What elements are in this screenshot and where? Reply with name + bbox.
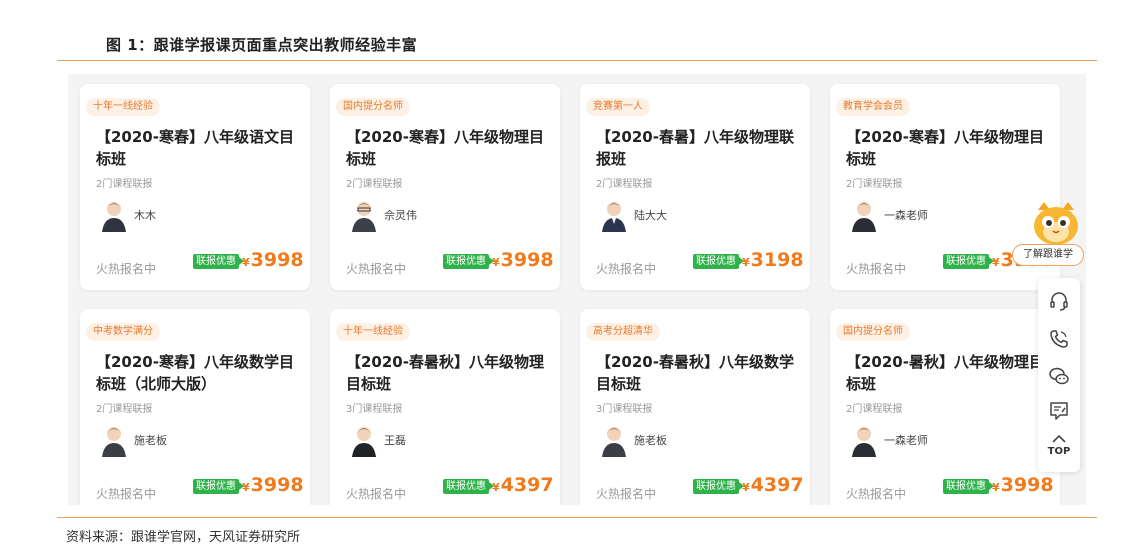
bundle-discount-badge: 联报优惠 (443, 479, 494, 494)
enroll-status: 火热报名中 (596, 487, 657, 501)
price-value: 4397 (750, 474, 804, 496)
price-value: 3998 (1000, 474, 1054, 496)
wechat-icon[interactable] (1048, 365, 1070, 387)
course-tag: 十年一线经验 (336, 323, 410, 341)
course-price: ¥4397 (742, 474, 804, 496)
course-price: ¥4397 (492, 474, 554, 496)
currency-symbol: ¥ (742, 256, 750, 269)
teacher-avatar (352, 202, 376, 232)
course-title[interactable]: 【2020-春暑秋】八年级物理目标班 (346, 351, 552, 395)
figure-source: 资料来源：跟谁学官网，天风证券研究所 (66, 530, 301, 545)
price-value: 3998 (250, 249, 304, 271)
teacher-name: 陆大大 (634, 209, 667, 222)
enroll-status: 火热报名中 (346, 487, 407, 501)
course-tag: 竞赛第一人 (586, 98, 650, 116)
figure-title: 图 1：跟谁学报课页面重点突出教师经验丰富 (106, 36, 418, 54)
enroll-status: 火热报名中 (96, 487, 157, 501)
course-title[interactable]: 【2020-春暑秋】八年级数学目标班 (596, 351, 802, 395)
currency-symbol: ¥ (992, 256, 1000, 269)
feedback-icon[interactable] (1048, 400, 1070, 422)
course-title[interactable]: 【2020-暑秋】八年级物理目标班 (846, 351, 1052, 395)
teacher-name: 一森老师 (884, 434, 928, 447)
course-card[interactable]: 中考数学满分 【2020-寒春】八年级数学目标班（北师大版） 2门课程联报 施老… (80, 309, 310, 505)
teacher-name: 王磊 (384, 434, 406, 447)
course-subtitle: 2门课程联报 (96, 179, 153, 190)
teacher-name: 一森老师 (884, 209, 928, 222)
course-card[interactable]: 国内提分名师 【2020-寒春】八年级物理目标班 2门课程联报 佘灵伟 火热报名… (330, 84, 560, 290)
currency-symbol: ¥ (492, 256, 500, 269)
screenshot-panel: 十年一线经验 【2020-寒春】八年级语文目标班 2门课程联报 木木 火热报名中… (68, 74, 1086, 505)
course-subtitle: 3门课程联报 (346, 404, 403, 415)
currency-symbol: ¥ (242, 256, 250, 269)
back-to-top-label[interactable]: TOP (1038, 446, 1080, 457)
teacher-name: 施老板 (134, 434, 167, 447)
course-title[interactable]: 【2020-寒春】八年级物理目标班 (846, 126, 1052, 170)
teacher-avatar (602, 427, 626, 457)
top-rule (57, 60, 1097, 61)
enroll-status: 火热报名中 (96, 262, 157, 276)
price-value: 3998 (250, 474, 304, 496)
teacher-avatar (102, 427, 126, 457)
course-price: ¥3998 (992, 474, 1054, 496)
course-card[interactable]: 十年一线经验 【2020-寒春】八年级语文目标班 2门课程联报 木木 火热报名中… (80, 84, 310, 290)
course-card[interactable]: 竞赛第一人 【2020-春暑】八年级物理联报班 2门课程联报 陆大大 火热报名中… (580, 84, 810, 290)
teacher-avatar (852, 202, 876, 232)
course-title[interactable]: 【2020-寒春】八年级数学目标班（北师大版） (96, 351, 302, 395)
teacher-name: 施老板 (634, 434, 667, 447)
bundle-discount-badge: 联报优惠 (443, 254, 494, 269)
mascot-icon[interactable] (1030, 200, 1082, 248)
course-subtitle: 2门课程联报 (846, 179, 903, 190)
course-tag: 教育学会会员 (836, 98, 910, 116)
course-tag: 十年一线经验 (86, 98, 160, 116)
course-subtitle: 2门课程联报 (596, 179, 653, 190)
bundle-discount-badge: 联报优惠 (943, 479, 994, 494)
course-tag: 国内提分名师 (336, 98, 410, 116)
teacher-avatar (352, 427, 376, 457)
floating-sidebar: TOP (1038, 278, 1080, 472)
chevron-up-icon[interactable] (1048, 432, 1070, 446)
course-tag: 中考数学满分 (86, 323, 160, 341)
price-value: 3198 (750, 249, 804, 271)
course-subtitle: 3门课程联报 (596, 404, 653, 415)
bundle-discount-badge: 联报优惠 (693, 479, 744, 494)
enroll-status: 火热报名中 (346, 262, 407, 276)
course-subtitle: 2门课程联报 (96, 404, 153, 415)
course-subtitle: 2门课程联报 (846, 404, 903, 415)
course-title[interactable]: 【2020-春暑】八年级物理联报班 (596, 126, 802, 170)
price-value: 3998 (500, 249, 554, 271)
teacher-avatar (602, 202, 626, 232)
course-title[interactable]: 【2020-寒春】八年级语文目标班 (96, 126, 302, 170)
course-title[interactable]: 【2020-寒春】八年级物理目标班 (346, 126, 552, 170)
headset-icon[interactable] (1048, 290, 1070, 312)
bundle-discount-badge: 联报优惠 (193, 254, 244, 269)
teacher-avatar (102, 202, 126, 232)
enroll-status: 火热报名中 (846, 487, 907, 501)
currency-symbol: ¥ (242, 481, 250, 494)
course-price: ¥3998 (242, 249, 304, 271)
course-tag: 国内提分名师 (836, 323, 910, 341)
teacher-name: 木木 (134, 209, 156, 222)
course-subtitle: 2门课程联报 (346, 179, 403, 190)
enroll-status: 火热报名中 (596, 262, 657, 276)
currency-symbol: ¥ (492, 481, 500, 494)
currency-symbol: ¥ (742, 481, 750, 494)
teacher-avatar (852, 427, 876, 457)
bundle-discount-badge: 联报优惠 (193, 479, 244, 494)
phone-icon[interactable] (1048, 328, 1070, 350)
course-price: ¥3198 (742, 249, 804, 271)
bottom-rule (57, 517, 1097, 518)
course-card[interactable]: 十年一线经验 【2020-春暑秋】八年级物理目标班 3门课程联报 王磊 火热报名… (330, 309, 560, 505)
course-card[interactable]: 国内提分名师 【2020-暑秋】八年级物理目标班 2门课程联报 一森老师 火热报… (830, 309, 1060, 505)
teacher-name: 佘灵伟 (384, 209, 417, 222)
price-value: 4397 (500, 474, 554, 496)
course-tag: 高考分超清华 (586, 323, 660, 341)
bundle-discount-badge: 联报优惠 (943, 254, 994, 269)
course-price: ¥3998 (242, 474, 304, 496)
bundle-discount-badge: 联报优惠 (693, 254, 744, 269)
course-price: ¥3998 (492, 249, 554, 271)
currency-symbol: ¥ (992, 481, 1000, 494)
learn-more-bubble[interactable]: 了解跟谁学 (1012, 244, 1084, 266)
course-card[interactable]: 高考分超清华 【2020-春暑秋】八年级数学目标班 3门课程联报 施老板 火热报… (580, 309, 810, 505)
enroll-status: 火热报名中 (846, 262, 907, 276)
